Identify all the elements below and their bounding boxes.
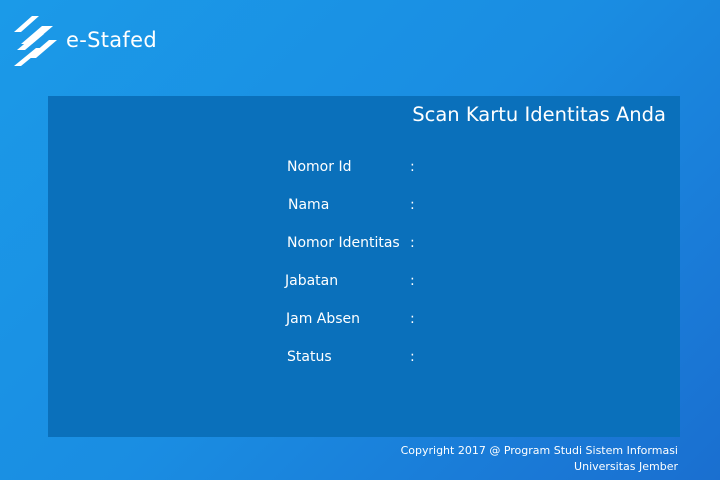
- field-label: Jabatan: [285, 273, 339, 289]
- app-header: e-Stafed: [12, 14, 157, 66]
- field-label: Nama: [288, 197, 330, 213]
- footer-copyright: Copyright 2017 @ Program Studi Sistem In…: [401, 443, 678, 475]
- field-label: Nomor Id: [287, 159, 352, 175]
- field-colon: :: [410, 273, 415, 289]
- panel-title: Scan Kartu Identitas Anda: [412, 103, 666, 126]
- institution-text: Universitas Jember: [574, 460, 678, 473]
- id-scan-panel: Scan Kartu Identitas Anda Nomor Id : Nam…: [48, 96, 680, 437]
- field-label: Nomor Identitas: [287, 235, 400, 251]
- field-colon: :: [410, 235, 415, 251]
- copyright-text: Copyright 2017 @ Program Studi Sistem In…: [400, 444, 678, 457]
- field-label: Status: [287, 349, 332, 365]
- stacked-slash-stripes-icon: [14, 16, 57, 66]
- field-colon: :: [410, 159, 415, 175]
- field-label: Jam Absen: [286, 311, 361, 327]
- field-colon: :: [410, 311, 415, 327]
- brand-name: e-Stafed: [66, 28, 157, 52]
- field-colon: :: [410, 349, 415, 365]
- field-colon: :: [410, 197, 415, 213]
